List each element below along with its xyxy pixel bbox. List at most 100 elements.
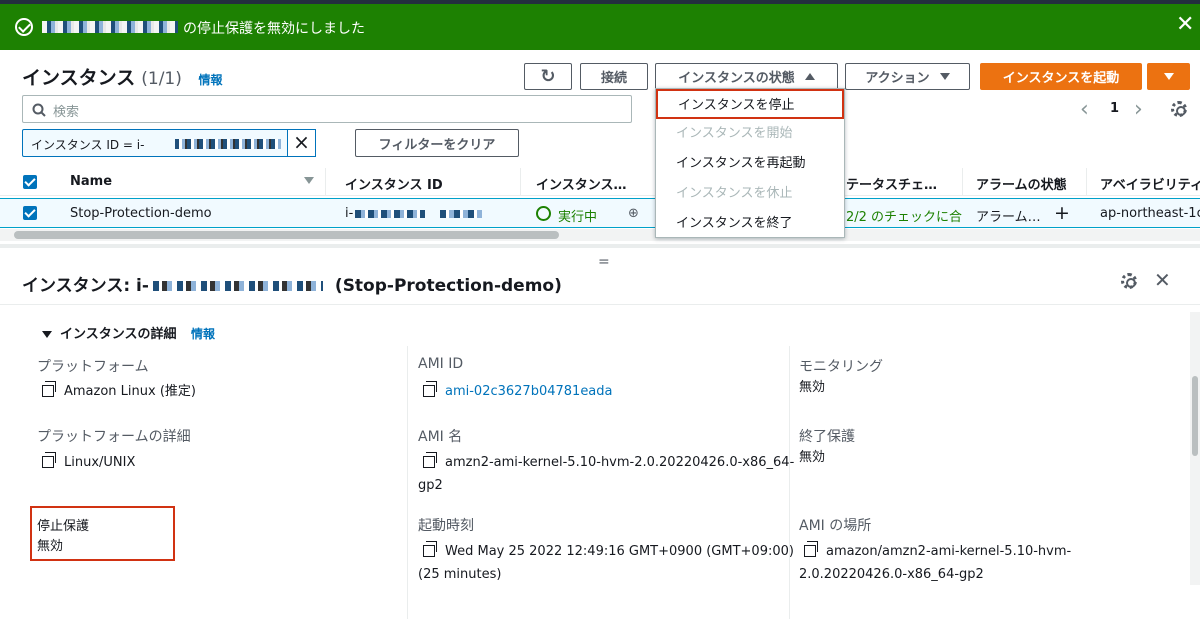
platform-details-value: Linux/UNIX bbox=[42, 452, 135, 474]
monitoring-label: モニタリング bbox=[799, 359, 883, 375]
platform-details-label: プラットフォームの詳細 bbox=[37, 429, 191, 445]
details-title-name: (Stop-Protection-demo) bbox=[334, 276, 562, 296]
caret-down-icon bbox=[939, 73, 950, 80]
prev-page-icon[interactable]: ‹ bbox=[1080, 97, 1089, 122]
instance-state-label: インスタンスの状態 bbox=[678, 71, 795, 86]
launch-dropdown-button[interactable] bbox=[1147, 63, 1190, 90]
redacted-row-id-2 bbox=[440, 210, 482, 218]
menu-item-terminate-instance[interactable]: インスタンスを終了 bbox=[656, 209, 844, 239]
stop-protection-label: 停止保護 bbox=[37, 519, 90, 534]
refresh-button[interactable]: ↻ bbox=[524, 63, 572, 90]
resize-handle-icon[interactable]: = bbox=[598, 254, 610, 270]
menu-item-stop-instance[interactable]: インスタンスを停止 bbox=[656, 89, 844, 119]
platform-label: プラットフォーム bbox=[37, 359, 149, 375]
table-row[interactable]: Stop-Protection-demo i- 実行中 ⊕ 2/2 のチェックに… bbox=[0, 198, 1200, 228]
ami-id-value: ami-02c3627b04781eada bbox=[423, 381, 613, 403]
instance-state-button[interactable]: インスタンスの状態 bbox=[655, 63, 838, 90]
redacted-row-id bbox=[355, 210, 425, 218]
copy-icon[interactable] bbox=[804, 541, 818, 557]
copy-icon[interactable] bbox=[42, 452, 56, 468]
split-divider[interactable] bbox=[0, 244, 1200, 248]
scrollbar-thumb[interactable] bbox=[14, 231, 559, 239]
instance-count: (1/1) bbox=[141, 69, 182, 89]
next-page-icon[interactable]: › bbox=[1134, 97, 1143, 122]
instance-details-section[interactable]: インスタンスの詳細 情報 bbox=[42, 323, 215, 342]
info-link[interactable]: 情報 bbox=[199, 73, 223, 87]
success-flash: の停止保護を無効にしました ✕ bbox=[0, 4, 1200, 50]
copy-icon[interactable] bbox=[423, 452, 437, 468]
instance-state-menu: インスタンスを停止 インスタンスを開始 インスタンスを再起動 インスタンスを休止… bbox=[655, 88, 845, 238]
row-state: 実行中 bbox=[558, 210, 598, 225]
copy-icon[interactable] bbox=[423, 541, 437, 557]
menu-item-reboot-instance[interactable]: インスタンスを再起動 bbox=[656, 149, 844, 179]
flash-close-icon[interactable]: ✕ bbox=[1176, 14, 1194, 36]
copy-icon[interactable] bbox=[423, 381, 437, 397]
row-status-check[interactable]: 2/2 のチェックに合 bbox=[846, 206, 962, 225]
add-alarm-icon[interactable]: + bbox=[1054, 202, 1070, 224]
select-all-checkbox[interactable] bbox=[23, 175, 37, 189]
zoom-in-icon[interactable]: ⊕ bbox=[628, 206, 639, 221]
stop-protection-value: 無効 bbox=[37, 539, 64, 554]
actions-button[interactable]: アクション bbox=[845, 63, 970, 90]
collapse-caret-icon bbox=[42, 331, 52, 338]
details-settings-gear-icon[interactable] bbox=[1121, 273, 1137, 289]
ami-location-value-cont: 2.0.20220426.0-x86_64-gp2 bbox=[799, 567, 984, 582]
ami-location-value: amazon/amzn2-ami-kernel-5.10-hvm- bbox=[804, 541, 1071, 563]
launch-instance-button[interactable]: インスタンスを起動 bbox=[980, 63, 1142, 90]
page-title: インスタンス (1/1) 情報 bbox=[22, 63, 223, 90]
col-divider bbox=[962, 168, 963, 196]
running-status-icon bbox=[536, 206, 551, 221]
search-input[interactable]: 検索 bbox=[22, 95, 632, 123]
row-instance-id[interactable]: i- bbox=[345, 206, 353, 221]
ami-id-link[interactable]: ami-02c3627b04781eada bbox=[445, 384, 613, 399]
details-close-icon[interactable]: ✕ bbox=[1154, 268, 1171, 292]
current-page[interactable]: 1 bbox=[1110, 101, 1119, 116]
section-title: インスタンスの詳細 bbox=[60, 327, 177, 342]
page-title-text: インスタンス bbox=[22, 67, 136, 89]
col-divider bbox=[1086, 168, 1087, 196]
row-checkbox[interactable] bbox=[23, 206, 37, 220]
menu-item-hibernate-instance: インスタンスを休止 bbox=[676, 186, 793, 201]
filter-token[interactable]: インスタンス ID = i- bbox=[22, 129, 288, 157]
col-availability-zone[interactable]: アベイラビリティ bbox=[1100, 174, 1200, 193]
panel-divider bbox=[0, 304, 1200, 305]
ami-name-value-cont: gp2 bbox=[418, 478, 443, 493]
column-separator bbox=[789, 346, 790, 619]
clear-filters-button[interactable]: フィルターをクリア bbox=[355, 129, 519, 157]
search-icon bbox=[32, 103, 46, 117]
ami-name-label: AMI 名 bbox=[418, 429, 463, 445]
remove-filter-icon[interactable]: × bbox=[287, 129, 316, 157]
copy-icon[interactable] bbox=[42, 381, 56, 397]
ami-id-label: AMI ID bbox=[418, 356, 464, 372]
column-separator bbox=[407, 346, 408, 619]
monitoring-value: 無効 bbox=[799, 380, 826, 395]
col-instance-state[interactable]: インスタンス… bbox=[536, 174, 626, 193]
launch-time-duration: (25 minutes) bbox=[418, 567, 502, 582]
col-divider bbox=[325, 168, 326, 196]
termination-protection-label: 終了保護 bbox=[799, 429, 855, 445]
details-title-prefix: インスタンス: i- bbox=[22, 276, 149, 296]
filter-token-text: インスタンス ID = i- bbox=[31, 138, 145, 152]
actions-label: アクション bbox=[865, 71, 930, 86]
col-status-check[interactable]: ステータスチェ… bbox=[833, 174, 937, 193]
table-settings-gear-icon[interactable] bbox=[1171, 101, 1187, 117]
section-info-link[interactable]: 情報 bbox=[191, 327, 215, 341]
col-divider bbox=[520, 168, 521, 196]
row-alarm: アラーム… bbox=[976, 210, 1041, 225]
termination-protection-value: 無効 bbox=[799, 450, 826, 465]
scrollbar-thumb[interactable] bbox=[1192, 376, 1198, 456]
menu-item-start-instance: インスタンスを開始 bbox=[676, 126, 793, 141]
ami-location-label: AMI の場所 bbox=[799, 518, 872, 534]
caret-down-icon bbox=[1163, 73, 1174, 80]
connect-button[interactable]: 接続 bbox=[580, 63, 648, 90]
search-placeholder: 検索 bbox=[53, 105, 80, 120]
redacted-filter-id bbox=[175, 139, 281, 149]
col-name[interactable]: Name bbox=[70, 174, 112, 189]
col-alarm-status[interactable]: アラームの状態 bbox=[976, 174, 1067, 193]
horizontal-scrollbar[interactable] bbox=[0, 229, 1200, 241]
details-title: インスタンス: i- (Stop-Protection-demo) bbox=[22, 271, 562, 296]
refresh-icon: ↻ bbox=[540, 66, 556, 87]
vertical-scrollbar[interactable] bbox=[1190, 312, 1200, 585]
sort-icon[interactable] bbox=[304, 177, 314, 184]
col-instance-id[interactable]: インスタンス ID bbox=[345, 174, 443, 193]
